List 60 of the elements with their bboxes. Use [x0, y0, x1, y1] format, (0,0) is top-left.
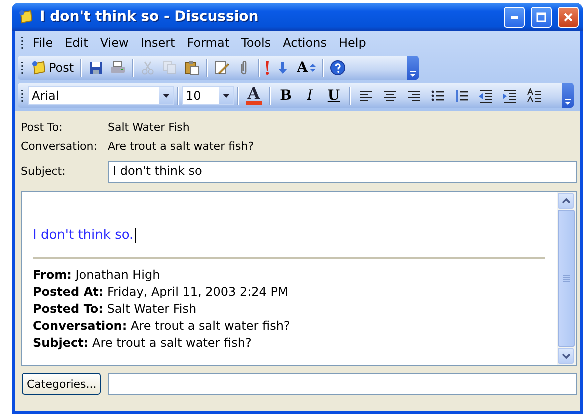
field-label: Conversation:	[21, 140, 98, 153]
categories-button[interactable]: Categories...	[22, 373, 101, 395]
up-down-arrows-icon	[310, 64, 316, 72]
field-label: Subject:	[21, 164, 67, 178]
menu-item[interactable]: Insert	[136, 35, 182, 51]
menu-item[interactable]: Edit	[60, 35, 96, 51]
printer-icon	[110, 60, 126, 76]
dropdown-arrow-icon	[222, 94, 230, 98]
text-style-icon	[526, 88, 542, 104]
subject-field[interactable]: I don't think so	[108, 161, 577, 183]
indent-icon	[502, 88, 518, 104]
close-icon	[563, 12, 574, 22]
scrollbar[interactable]	[557, 192, 576, 365]
scissors-icon	[140, 60, 156, 76]
categories-field[interactable]	[108, 373, 577, 395]
maximize-icon	[536, 12, 547, 22]
app-icon	[18, 9, 34, 25]
exclamation-icon	[266, 61, 270, 75]
post-button[interactable]: Post	[28, 58, 78, 78]
quoted-header-line: Posted At: Friday, April 11, 2003 2:24 PM	[33, 284, 290, 301]
font-name-dropdown[interactable]: Arial	[28, 86, 174, 105]
underline-button[interactable]: U	[322, 86, 346, 106]
bold-button[interactable]: B	[274, 86, 298, 106]
field-value: Are trout a salt water fish?	[108, 140, 256, 153]
minimize-button[interactable]	[504, 6, 525, 28]
quoted-header-line: Posted To: Salt Water Fish	[33, 301, 198, 318]
menu-item[interactable]: Actions	[278, 35, 334, 51]
field-label: Post To:	[21, 121, 64, 134]
reply-text: I don't think so.	[33, 228, 136, 243]
quoted-header-line: Conversation: Are trout a salt water fish?	[33, 318, 292, 335]
numbered-list-icon	[454, 88, 470, 104]
menu-item[interactable]: Help	[334, 35, 374, 51]
quoted-header-line: From: Jonathan High	[33, 267, 162, 284]
post-icon	[31, 60, 47, 76]
quoted-header-line: Subject: Are trout a salt water fish?	[33, 335, 253, 352]
font-size-button[interactable]: A	[294, 58, 319, 78]
menu-item[interactable]: File	[28, 35, 60, 51]
scroll-thumb-grip-icon	[563, 275, 570, 282]
window-title: I don't think so - Discussion	[40, 9, 260, 25]
close-button[interactable]	[558, 6, 579, 28]
scroll-down-icon[interactable]	[562, 353, 570, 359]
menu-item[interactable]: View	[95, 35, 136, 51]
italic-button[interactable]: I	[298, 86, 322, 106]
field-value: Salt Water Fish	[108, 121, 191, 134]
pencil-page-icon	[214, 60, 230, 76]
help-icon	[330, 60, 346, 76]
menu-item[interactable]: Tools	[236, 35, 278, 51]
font-size-dropdown[interactable]: 10	[182, 86, 234, 105]
toolbar-options-icon[interactable]	[564, 99, 572, 106]
font-color-button[interactable]: A	[242, 84, 266, 107]
dropdown-arrow-icon	[162, 94, 170, 98]
save-icon	[88, 60, 104, 76]
copy-icon	[162, 60, 178, 76]
maximize-button[interactable]	[531, 6, 552, 28]
toolbar-options-icon[interactable]	[409, 71, 417, 78]
scroll-up-icon[interactable]	[562, 198, 570, 204]
clipboard-icon	[184, 60, 200, 76]
menu-item[interactable]: Format	[182, 35, 237, 51]
outdent-icon	[478, 88, 494, 104]
minimize-icon	[511, 16, 518, 18]
